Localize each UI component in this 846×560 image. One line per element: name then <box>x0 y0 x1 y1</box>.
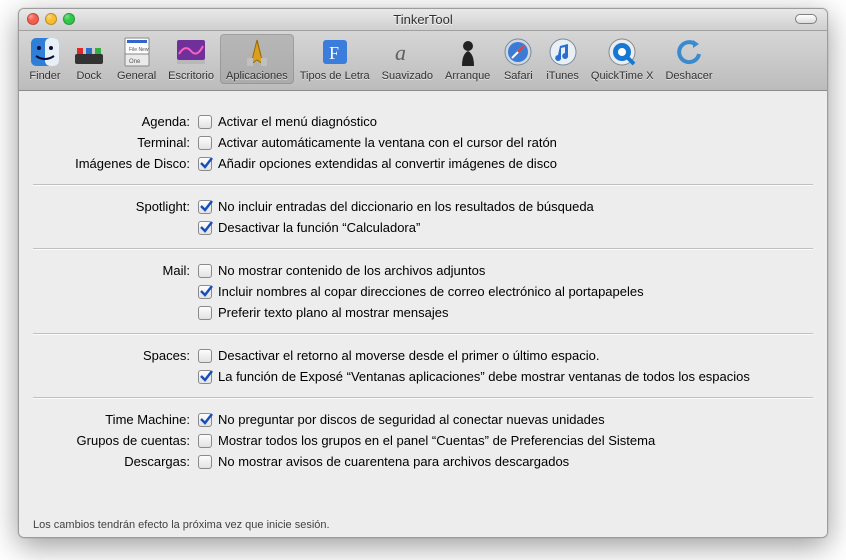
checkbox-spaces-nowrap[interactable] <box>198 349 212 363</box>
separator <box>33 397 813 399</box>
label-imagenes-disco: Imágenes de Disco: <box>33 156 198 171</box>
titlebar: TinkerTool <box>19 9 827 31</box>
toolbar-item-itunes[interactable]: iTunes <box>540 34 585 84</box>
toolbar-item-dock[interactable]: Dock <box>67 34 111 84</box>
svg-text:File New: File New <box>129 47 149 53</box>
toolbar-label: Dock <box>76 70 101 82</box>
toolbar-item-arranque[interactable]: Arranque <box>439 34 496 84</box>
checkbox-label: Activar automáticamente la ventana con e… <box>218 135 557 150</box>
svg-text:a: a <box>395 40 406 65</box>
label-descargas: Descargas: <box>33 454 198 469</box>
checkbox-label: Preferir texto plano al mostrar mensajes <box>218 305 448 320</box>
checkbox-tm-noask[interactable] <box>198 413 212 427</box>
separator <box>33 184 813 186</box>
tipos-de-letra-icon: F <box>319 36 351 68</box>
checkbox-label: La función de Exposé “Ventanas aplicacio… <box>218 369 750 384</box>
close-button[interactable] <box>27 13 39 25</box>
toolbar-label: QuickTime X <box>591 70 654 82</box>
checkbox-terminal-automouse[interactable] <box>198 136 212 150</box>
window-title: TinkerTool <box>393 12 452 27</box>
toolbar-item-safari[interactable]: Safari <box>496 34 540 84</box>
toolbar-label: Aplicaciones <box>226 70 288 82</box>
checkbox-spotlight-dict[interactable] <box>198 200 212 214</box>
toolbar-toggle-pill[interactable] <box>795 14 817 24</box>
label-timemachine: Time Machine: <box>33 412 198 427</box>
label-spaces: Spaces: <box>33 348 198 363</box>
itunes-icon <box>547 36 579 68</box>
toolbar-item-quicktime-x[interactable]: QuickTime X <box>585 34 660 84</box>
label-terminal: Terminal: <box>33 135 198 150</box>
toolbar-item-aplicaciones[interactable]: Aplicaciones <box>220 34 294 84</box>
toolbar-item-escritorio[interactable]: Escritorio <box>162 34 220 84</box>
toolbar-item-tipos-de-letra[interactable]: F Tipos de Letra <box>294 34 376 84</box>
escritorio-icon <box>175 36 207 68</box>
toolbar-label: Deshacer <box>665 70 712 82</box>
toolbar-label: General <box>117 70 156 82</box>
checkbox-label: Mostrar todos los grupos en el panel “Cu… <box>218 433 655 448</box>
checkbox-label: Desactivar la función “Calculadora” <box>218 220 420 235</box>
checkbox-label: No mostrar avisos de cuarentena para arc… <box>218 454 569 469</box>
toolbar-label: Tipos de Letra <box>300 70 370 82</box>
checkbox-agenda-diag[interactable] <box>198 115 212 129</box>
checkbox-spaces-expose[interactable] <box>198 370 212 384</box>
label-mail: Mail: <box>33 263 198 278</box>
label-agenda: Agenda: <box>33 114 198 129</box>
svg-text:F: F <box>329 43 339 63</box>
toolbar-item-deshacer[interactable]: Deshacer <box>659 34 718 84</box>
finder-icon <box>29 36 61 68</box>
checkbox-label: Añadir opciones extendidas al convertir … <box>218 156 557 171</box>
checkbox-label: Incluir nombres al copar direcciones de … <box>218 284 644 299</box>
content-pane: Agenda: Activar el menú diagnóstico Term… <box>19 91 827 537</box>
svg-text:One: One <box>129 59 141 65</box>
label-grupos: Grupos de cuentas: <box>33 433 198 448</box>
separator <box>33 248 813 250</box>
suavizado-icon: a <box>391 36 423 68</box>
toolbar-label: Suavizado <box>382 70 433 82</box>
toolbar-label: Finder <box>29 70 60 82</box>
checkbox-mail-includenames[interactable] <box>198 285 212 299</box>
checkbox-grupos-showall[interactable] <box>198 434 212 448</box>
group-tm-grupos-descargas: Time Machine: No preguntar por discos de… <box>33 407 813 474</box>
toolbar-item-general[interactable]: File New One General <box>111 34 162 84</box>
zoom-button[interactable] <box>63 13 75 25</box>
aplicaciones-icon <box>241 36 273 68</box>
separator <box>33 333 813 335</box>
footer-note: Los cambios tendrán efecto la próxima ve… <box>33 519 330 531</box>
preferences-window: TinkerTool Finder Dock File New One Gener… <box>18 8 828 538</box>
toolbar-label: Safari <box>504 70 533 82</box>
toolbar-item-suavizado[interactable]: a Suavizado <box>376 34 439 84</box>
checkbox-spotlight-calc[interactable] <box>198 221 212 235</box>
minimize-button[interactable] <box>45 13 57 25</box>
dock-icon <box>73 36 105 68</box>
checkbox-label: Activar el menú diagnóstico <box>218 114 377 129</box>
arranque-icon <box>452 36 484 68</box>
deshacer-icon <box>673 36 705 68</box>
toolbar-item-finder[interactable]: Finder <box>23 34 67 84</box>
group-agenda-terminal-imagenes: Agenda: Activar el menú diagnóstico Term… <box>33 109 813 176</box>
checkbox-imagenes-extendidas[interactable] <box>198 157 212 171</box>
general-icon: File New One <box>121 36 153 68</box>
group-spaces: Spaces: Desactivar el retorno al moverse… <box>33 343 813 389</box>
group-mail: Mail: No mostrar contenido de los archiv… <box>33 258 813 325</box>
checkbox-mail-attachments[interactable] <box>198 264 212 278</box>
quicktime-x-icon <box>606 36 638 68</box>
label-spotlight: Spotlight: <box>33 199 198 214</box>
checkbox-label: No incluir entradas del diccionario en l… <box>218 199 594 214</box>
checkbox-label: No preguntar por discos de seguridad al … <box>218 412 605 427</box>
checkbox-mail-plaintext[interactable] <box>198 306 212 320</box>
traffic-lights <box>27 13 75 25</box>
toolbar-label: Escritorio <box>168 70 214 82</box>
checkbox-descargas-quarantine[interactable] <box>198 455 212 469</box>
toolbar: Finder Dock File New One General Escritor… <box>19 31 827 91</box>
group-spotlight: Spotlight: No incluir entradas del dicci… <box>33 194 813 240</box>
toolbar-label: Arranque <box>445 70 490 82</box>
checkbox-label: No mostrar contenido de los archivos adj… <box>218 263 485 278</box>
checkbox-label: Desactivar el retorno al moverse desde e… <box>218 348 600 363</box>
toolbar-label: iTunes <box>546 70 579 82</box>
safari-icon <box>502 36 534 68</box>
